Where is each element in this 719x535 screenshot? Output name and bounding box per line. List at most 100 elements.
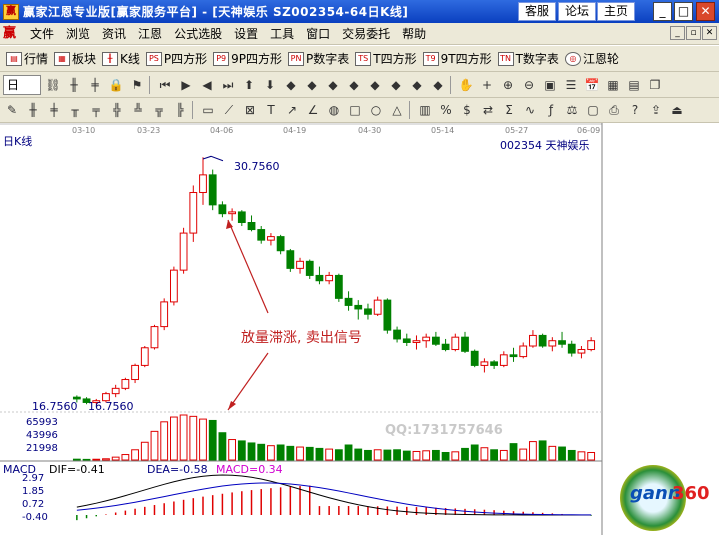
diamond6-icon[interactable]: ◆ xyxy=(387,76,405,94)
toolbar-market[interactable]: ▤ 行情 xyxy=(6,50,48,67)
volume-bar xyxy=(218,432,227,461)
lock-icon[interactable]: 🔒 xyxy=(107,76,125,94)
up-arrow-icon[interactable]: ⬆ xyxy=(240,76,258,94)
fan-tool-icon[interactable]: ╥ xyxy=(66,101,84,119)
first-icon[interactable]: ⏮ xyxy=(156,76,174,94)
mdi-restore-icon[interactable]: ▫ xyxy=(686,26,701,40)
list-icon[interactable]: ☰ xyxy=(562,76,580,94)
toolbar-gann-wheel[interactable]: ◎ 江恩轮 xyxy=(564,50,619,67)
diamond3-icon[interactable]: ◆ xyxy=(324,76,342,94)
toolbar-p-number-table[interactable]: PN P数字表 xyxy=(288,50,349,67)
menu-file[interactable]: 文件 xyxy=(24,25,60,42)
window-icon[interactable]: ▣ xyxy=(541,76,559,94)
prev-icon[interactable]: ◀ xyxy=(198,76,216,94)
triangle-tool-icon[interactable]: △ xyxy=(388,101,406,119)
percent-icon[interactable]: % xyxy=(437,101,455,119)
line-tool-icon[interactable]: ╫ xyxy=(24,101,42,119)
menu-help[interactable]: 帮助 xyxy=(396,25,432,42)
candle xyxy=(237,211,246,224)
gann-box-icon[interactable]: ⊠ xyxy=(241,101,259,119)
bar-icon[interactable]: ╪ xyxy=(86,76,104,94)
diamond5-icon[interactable]: ◆ xyxy=(366,76,384,94)
rect-tool-icon[interactable]: ▭ xyxy=(199,101,217,119)
toolbar-9t-square[interactable]: T9 9T四方形 xyxy=(422,50,492,67)
stat-icon[interactable]: Σ xyxy=(500,101,518,119)
diamond8-icon[interactable]: ◆ xyxy=(429,76,447,94)
toolbar-block[interactable]: ▦ 板块 xyxy=(54,50,96,67)
drawing-toolbar: ✎ ╫ ╪ ╥ ╤ ╬ ╩ ╦ ╠ ▭ ⟋ ⊠ T ↗ ∠ ◍ □ ○ △ ▥ … xyxy=(0,98,719,123)
grid-icon[interactable]: ▦ xyxy=(604,76,622,94)
mdi-minimize-icon[interactable]: _ xyxy=(670,26,685,40)
dialog-icon[interactable]: ▢ xyxy=(584,101,602,119)
cycle-tool-icon[interactable]: ╦ xyxy=(150,101,168,119)
crosshair-icon[interactable]: + xyxy=(478,76,496,94)
parallel-tool-icon[interactable]: ╬ xyxy=(108,101,126,119)
spiral-tool-icon[interactable]: ◍ xyxy=(325,101,343,119)
mdi-close-icon[interactable]: ✕ xyxy=(702,26,717,40)
circle-tool-icon[interactable]: ○ xyxy=(367,101,385,119)
export-icon[interactable]: ⇪ xyxy=(647,101,665,119)
angle-tool-icon[interactable]: ∠ xyxy=(304,101,322,119)
candle-icon[interactable]: ╫ xyxy=(65,76,83,94)
calendar-icon[interactable]: 📅 xyxy=(583,76,601,94)
kline-chart[interactable]: 日K线 002354 天神娱乐 30.7560 16.7560 16.7560 … xyxy=(0,123,719,535)
menu-news[interactable]: 资讯 xyxy=(96,25,132,42)
flag-icon[interactable]: ⚑ xyxy=(128,76,146,94)
text-tool-icon[interactable]: T xyxy=(262,101,280,119)
diamond7-icon[interactable]: ◆ xyxy=(408,76,426,94)
arrow-tool-icon[interactable]: ↗ xyxy=(283,101,301,119)
toolbar-kline[interactable]: ╫ K线 xyxy=(102,50,140,67)
compare-icon[interactable]: ⇄ xyxy=(479,101,497,119)
macd-dif-value: DIF=-0.41 xyxy=(49,463,105,476)
toolbar-9p-square[interactable]: P9 9P四方形 xyxy=(213,50,282,67)
down-arrow-icon[interactable]: ⬇ xyxy=(261,76,279,94)
maximize-icon[interactable]: □ xyxy=(674,2,693,21)
fib-tool-icon[interactable]: ╤ xyxy=(87,101,105,119)
minimize-icon[interactable]: _ xyxy=(653,2,672,21)
date-tick: 04-30 xyxy=(358,126,382,135)
diamond-icon[interactable]: ◆ xyxy=(282,76,300,94)
close-icon[interactable]: ✕ xyxy=(696,2,715,21)
exit-icon[interactable]: ⏏ xyxy=(668,101,686,119)
divider xyxy=(192,101,193,119)
help-icon[interactable]: ? xyxy=(626,101,644,119)
scale-icon[interactable]: ⚖ xyxy=(563,101,581,119)
diamond4-icon[interactable]: ◆ xyxy=(345,76,363,94)
copy-icon[interactable]: ❐ xyxy=(646,76,664,94)
zoom-in-icon[interactable]: ⊕ xyxy=(499,76,517,94)
menu-tools[interactable]: 工具 xyxy=(264,25,300,42)
last-icon[interactable]: ⏭ xyxy=(219,76,237,94)
channel-tool-icon[interactable]: ╪ xyxy=(45,101,63,119)
menu-window[interactable]: 窗口 xyxy=(300,25,336,42)
formula-icon[interactable]: ƒ xyxy=(542,101,560,119)
menu-gann[interactable]: 江恩 xyxy=(132,25,168,42)
menu-browse[interactable]: 浏览 xyxy=(60,25,96,42)
gann-fan-icon[interactable]: ⟋ xyxy=(220,101,238,119)
zoom-out-icon[interactable]: ⊖ xyxy=(520,76,538,94)
forum-button[interactable]: 论坛 xyxy=(558,2,597,21)
toolbar-t-number-table[interactable]: TN T数字表 xyxy=(497,50,559,67)
date-tick: 06-09 xyxy=(577,126,601,135)
next-icon[interactable]: ▶ xyxy=(177,76,195,94)
pencil-icon[interactable]: ✎ xyxy=(3,101,21,119)
hand-icon[interactable]: ✋ xyxy=(457,76,475,94)
period-select[interactable]: 日 xyxy=(3,74,41,95)
print-icon[interactable]: ⎙ xyxy=(605,101,623,119)
menu-settings[interactable]: 设置 xyxy=(228,25,264,42)
menu-formula[interactable]: 公式选股 xyxy=(168,25,228,42)
grid-tool-icon[interactable]: ╠ xyxy=(171,101,189,119)
table-icon[interactable]: ▤ xyxy=(625,76,643,94)
money-icon[interactable]: $ xyxy=(458,101,476,119)
customer-service-button[interactable]: 客服 xyxy=(518,2,557,21)
link-icon[interactable]: ⛓ xyxy=(44,76,62,94)
volume-bar xyxy=(82,458,91,461)
indicator-icon[interactable]: ∿ xyxy=(521,101,539,119)
diamond2-icon[interactable]: ◆ xyxy=(303,76,321,94)
square-tool-icon[interactable]: □ xyxy=(346,101,364,119)
toolbar-t-square[interactable]: TS T四方形 xyxy=(355,50,417,67)
menu-trade[interactable]: 交易委托 xyxy=(336,25,396,42)
chart-type-icon[interactable]: ▥ xyxy=(416,101,434,119)
arc-tool-icon[interactable]: ╩ xyxy=(129,101,147,119)
homepage-button[interactable]: 主页 xyxy=(597,2,636,21)
toolbar-p-square[interactable]: PS P四方形 xyxy=(145,50,207,67)
